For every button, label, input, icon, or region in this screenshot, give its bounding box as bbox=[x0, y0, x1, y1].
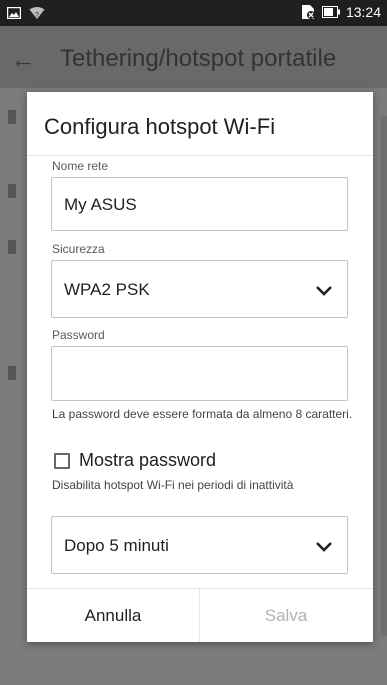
chevron-down-icon bbox=[316, 542, 332, 552]
status-right-icons: 13:24 bbox=[300, 4, 381, 20]
bg-scroll-track bbox=[381, 116, 387, 636]
inactivity-select[interactable]: Dopo 5 minuti bbox=[51, 516, 348, 574]
status-left-icons: ? bbox=[7, 6, 45, 20]
svg-text:?: ? bbox=[35, 12, 39, 19]
inactivity-label: Disabilita hotspot Wi-Fi nei periodi di … bbox=[52, 478, 294, 492]
cancel-button[interactable]: Annulla bbox=[27, 589, 199, 642]
title-divider bbox=[27, 155, 373, 156]
no-sim-icon bbox=[301, 5, 315, 19]
image-notification-icon bbox=[7, 7, 21, 19]
security-label: Sicurezza bbox=[52, 242, 105, 256]
app-toolbar: ← Tethering/hotspot portatile bbox=[0, 26, 387, 88]
network-name-value: My ASUS bbox=[64, 195, 137, 214]
show-password-checkbox[interactable] bbox=[54, 452, 70, 469]
bg-list-text bbox=[8, 366, 16, 380]
password-helper-text: La password deve essere formata da almen… bbox=[52, 407, 353, 421]
wifi-icon: ? bbox=[29, 7, 45, 19]
password-input[interactable] bbox=[51, 346, 348, 401]
password-label: Password bbox=[52, 328, 105, 342]
app-title: Tethering/hotspot portatile bbox=[60, 45, 337, 72]
status-bar: ? 13:24 bbox=[0, 0, 387, 26]
show-password-row[interactable]: Mostra password bbox=[54, 450, 216, 471]
bg-list-text bbox=[8, 184, 16, 198]
security-select[interactable]: WPA2 PSK bbox=[51, 260, 348, 318]
battery-icon bbox=[321, 6, 340, 18]
inactivity-value: Dopo 5 minuti bbox=[64, 536, 169, 555]
bg-list-text bbox=[8, 240, 16, 254]
bg-list-text bbox=[8, 110, 16, 124]
security-value: WPA2 PSK bbox=[64, 280, 150, 299]
back-arrow-icon[interactable]: ← bbox=[10, 44, 36, 75]
status-time: 13:24 bbox=[345, 4, 381, 20]
network-name-input[interactable]: My ASUS bbox=[51, 177, 348, 231]
network-name-label: Nome rete bbox=[52, 159, 109, 173]
chevron-down-icon bbox=[316, 286, 332, 296]
dialog-title: Configura hotspot Wi-Fi bbox=[44, 114, 276, 139]
save-button[interactable]: Salva bbox=[200, 589, 372, 642]
show-password-label: Mostra password bbox=[79, 450, 217, 470]
hotspot-config-dialog: Configura hotspot Wi-Fi Nome rete My ASU… bbox=[27, 92, 373, 642]
